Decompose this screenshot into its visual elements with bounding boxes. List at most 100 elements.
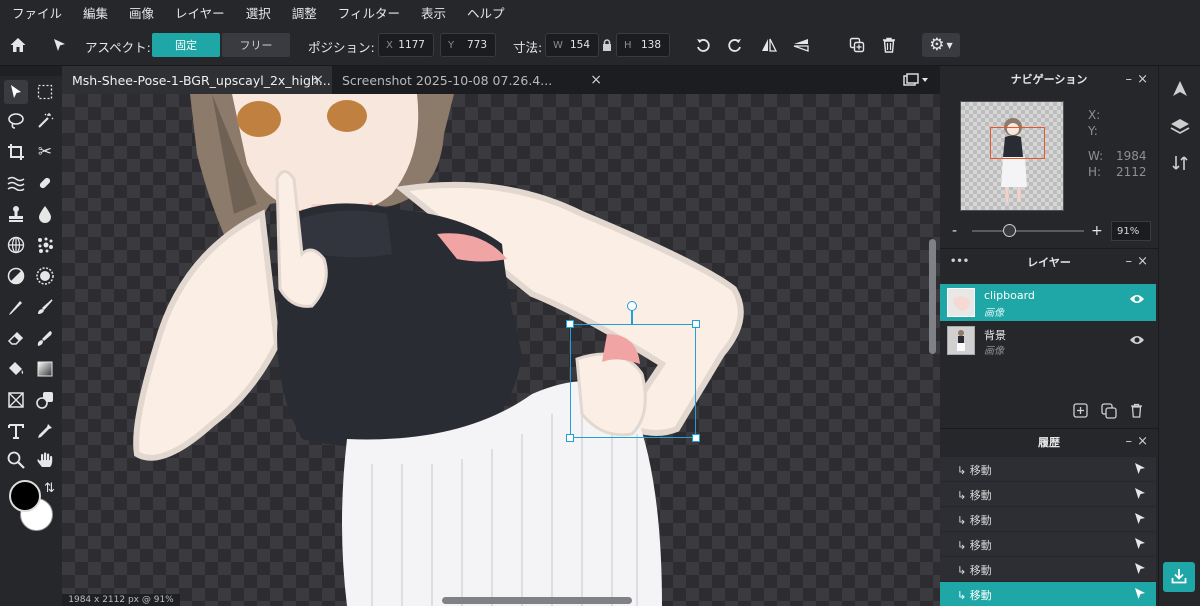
transform-bounding-box[interactable] [570, 324, 696, 438]
zoom-in-button[interactable]: + [1091, 223, 1103, 239]
aspect-fixed-button[interactable]: 固定 [152, 33, 220, 57]
resize-handle-bl[interactable] [566, 434, 574, 442]
zoom-slider-thumb[interactable] [1003, 224, 1016, 237]
menu-file[interactable]: ファイル [12, 3, 62, 22]
shapes-icon[interactable] [33, 388, 57, 412]
horizontal-scrollbar[interactable] [442, 597, 632, 604]
magic-wand-icon[interactable] [33, 109, 57, 133]
menu-adjust[interactable]: 調整 [292, 3, 317, 22]
scissors-icon[interactable]: ✂ [33, 140, 57, 164]
marquee-select-icon[interactable] [33, 80, 57, 104]
navigator-thumbnail[interactable] [960, 101, 1064, 211]
aspect-free-button[interactable]: フリー [222, 33, 290, 57]
zoom-slider-track[interactable] [972, 230, 1084, 232]
resize-handle-tl[interactable] [566, 320, 574, 328]
layers-menu-icon[interactable]: ••• [950, 256, 969, 267]
rotate-handle[interactable] [627, 301, 637, 311]
menu-filter[interactable]: フィルター [338, 3, 400, 22]
bandage-icon[interactable] [33, 171, 57, 195]
trash-icon[interactable] [878, 34, 900, 56]
menu-select[interactable]: 選択 [246, 3, 271, 22]
tab-close-icon[interactable]: × [590, 72, 602, 88]
hand-icon[interactable] [33, 448, 57, 472]
navigator-minimize-icon[interactable]: – [1126, 72, 1133, 87]
window-arrange-icon[interactable] [903, 73, 929, 90]
drop-icon[interactable] [33, 202, 57, 226]
liquify-icon[interactable] [4, 171, 28, 195]
zoom-icon[interactable] [4, 448, 28, 472]
tab-document-1[interactable]: Msh-Shee-Pose-1-BGR_upscayl_2x_high... × [62, 66, 332, 94]
navigator-title: ナビゲーション [1010, 73, 1088, 86]
pointer-icon[interactable] [48, 34, 70, 56]
history-minimize-icon[interactable]: – [1126, 434, 1133, 449]
flip-vertical-icon[interactable] [790, 34, 812, 56]
layer-row-clipboard[interactable]: clipboard 画像 [940, 284, 1156, 321]
position-y-field[interactable]: Y 773 [440, 33, 496, 57]
lock-icon[interactable] [600, 34, 614, 56]
resize-handle-tr[interactable] [692, 320, 700, 328]
history-item[interactable]: ↳ 移動 [940, 557, 1156, 582]
brush-icon[interactable] [33, 295, 57, 319]
lasso-icon[interactable] [4, 109, 28, 133]
navigator-close-icon[interactable]: × [1137, 72, 1148, 87]
menu-edit[interactable]: 編集 [83, 3, 108, 22]
blur-icon[interactable] [33, 233, 57, 257]
flip-horizontal-icon[interactable] [758, 34, 780, 56]
paint-bucket-icon[interactable] [4, 357, 28, 381]
zoom-out-button[interactable]: - [952, 223, 957, 239]
layers-minimize-icon[interactable]: – [1126, 254, 1133, 269]
navigator-toggle-icon[interactable] [1171, 80, 1189, 101]
menu-image[interactable]: 画像 [129, 3, 154, 22]
move-tool-icon[interactable] [4, 80, 28, 104]
history-item-current[interactable]: ↳ 移動 [940, 582, 1156, 606]
stamp-icon[interactable] [4, 202, 28, 226]
canvas-area[interactable]: 1984 x 2112 px @ 91% [62, 94, 940, 606]
add-layer-icon[interactable] [1073, 403, 1088, 421]
history-item[interactable]: ↳ 移動 [940, 482, 1156, 507]
eye-icon[interactable] [1129, 334, 1145, 349]
layer-row-background[interactable]: 背景 画像 [940, 322, 1156, 359]
duplicate-layer-icon[interactable] [1101, 403, 1117, 422]
history-toggle-icon[interactable] [1171, 154, 1189, 175]
shape-frame-icon[interactable] [4, 388, 28, 412]
menu-layer[interactable]: レイヤー [175, 3, 225, 22]
swap-colors-icon[interactable]: ⇅ [44, 481, 55, 496]
globe-icon[interactable] [4, 233, 28, 257]
history-item[interactable]: ↳ 移動 [940, 457, 1156, 482]
rotate-right-icon[interactable] [724, 34, 746, 56]
delete-layer-icon[interactable] [1130, 403, 1143, 421]
gradient-icon[interactable] [33, 357, 57, 381]
rotate-left-icon[interactable] [692, 34, 714, 56]
layers-close-icon[interactable]: × [1137, 254, 1148, 269]
history-item[interactable]: ↳ 移動 [940, 507, 1156, 532]
dodge-burn-icon[interactable] [4, 264, 28, 288]
settings-dropdown[interactable]: ⚙ ▼ [922, 33, 960, 57]
layer-thumbnail [947, 326, 975, 355]
menu-help[interactable]: ヘルプ [467, 3, 505, 22]
foreground-color-swatch[interactable] [9, 480, 41, 512]
sponge-icon[interactable] [33, 264, 57, 288]
crop-icon[interactable] [4, 140, 28, 164]
position-x-field[interactable]: X 1177 [378, 33, 434, 57]
tab-close-icon[interactable]: × [312, 72, 324, 88]
pencil-icon[interactable] [4, 295, 28, 319]
history-close-icon[interactable]: × [1137, 434, 1148, 449]
vertical-scrollbar[interactable] [929, 239, 936, 354]
download-button[interactable] [1163, 562, 1195, 592]
tab-document-2[interactable]: Screenshot 2025-10-08 07.26.4... × [332, 66, 610, 94]
size-h-field[interactable]: H 138 [616, 33, 670, 57]
duplicate-icon[interactable] [846, 34, 868, 56]
smudge-icon[interactable] [33, 326, 57, 350]
eye-icon[interactable] [1129, 293, 1145, 308]
size-w-field[interactable]: W 154 [545, 33, 599, 57]
eyedropper-icon[interactable] [33, 419, 57, 443]
home-icon[interactable] [7, 34, 29, 56]
resize-handle-br[interactable] [692, 434, 700, 442]
menu-view[interactable]: 表示 [421, 3, 446, 22]
eraser-icon[interactable] [4, 326, 28, 350]
text-tool-icon[interactable] [4, 419, 28, 443]
layers-toggle-icon[interactable] [1170, 117, 1190, 138]
history-item[interactable]: ↳ 移動 [940, 532, 1156, 557]
navigator-viewport-rect[interactable] [990, 127, 1045, 159]
zoom-percent-field[interactable]: 91% [1111, 221, 1151, 241]
